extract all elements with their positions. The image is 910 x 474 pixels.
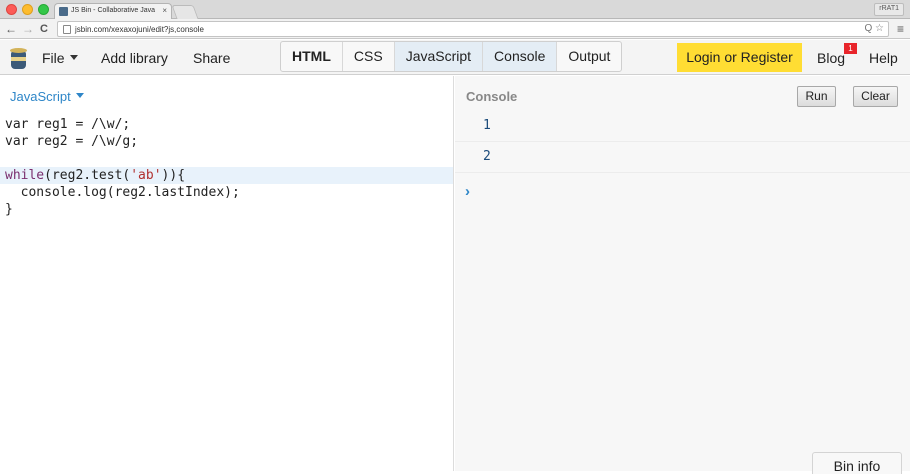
tab-console[interactable]: Console [483, 42, 558, 71]
code-line: var reg1 = /\w/; [5, 117, 131, 132]
tab-close-icon[interactable]: × [162, 6, 167, 15]
new-tab-button[interactable] [171, 5, 199, 19]
close-window-button[interactable] [6, 4, 17, 15]
jsbin-favicon-icon [59, 7, 68, 16]
zoom-bookmark-icon[interactable]: Q ☆ [864, 23, 884, 34]
panel-toggle-group: HTML CSS JavaScript Console Output [280, 41, 623, 72]
page-icon [63, 25, 71, 34]
code-text: (reg2.test( [44, 168, 131, 183]
code-text: )){ [161, 168, 186, 183]
console-output-value: 1 [483, 118, 491, 133]
blog-link[interactable]: Blog [817, 50, 845, 66]
jsbin-toolbar: File Add library Share HTML CSS JavaScri… [0, 40, 910, 75]
browser-menu-icon[interactable]: ≡ [897, 22, 904, 36]
code-string: 'ab' [130, 168, 162, 183]
javascript-editor-panel: JavaScript var reg1 = /\w/; var reg2 = /… [0, 76, 454, 471]
console-panel: Console Run Clear 1 2 › [455, 76, 910, 471]
add-library-button[interactable]: Add library [101, 50, 168, 66]
file-menu[interactable]: File [42, 50, 78, 66]
language-label: JavaScript [10, 89, 71, 104]
chevron-down-icon [69, 55, 78, 60]
reload-icon[interactable]: C [40, 21, 48, 37]
language-selector[interactable]: JavaScript [10, 89, 84, 104]
login-register-button[interactable]: Login or Register [677, 43, 802, 72]
code-line: } [5, 202, 13, 217]
jsbin-logo-icon[interactable] [9, 46, 27, 70]
tab-output[interactable]: Output [557, 42, 621, 71]
clear-button[interactable]: Clear [853, 86, 898, 107]
tab-html[interactable]: HTML [281, 42, 343, 71]
minimize-window-button[interactable] [22, 4, 33, 15]
maximize-window-button[interactable] [38, 4, 49, 15]
help-link[interactable]: Help [869, 50, 898, 66]
file-menu-label: File [42, 50, 65, 66]
browser-tab-bar: JS Bin - Collaborative Java × rRAT1 [0, 0, 910, 19]
console-output-line: 2 [455, 142, 910, 173]
url-input[interactable]: jsbin.com/xexaxojuni/edit?js,console Q ☆ [57, 21, 889, 37]
forward-arrow-icon[interactable]: → [22, 21, 34, 37]
console-output-line: 1 [455, 111, 910, 142]
code-editor[interactable]: var reg1 = /\w/; var reg2 = /\w/g; while… [0, 116, 453, 218]
code-line: console.log(reg2.lastIndex); [5, 185, 240, 200]
tab-javascript[interactable]: JavaScript [394, 42, 484, 71]
code-line: var reg2 = /\w/g; [5, 134, 139, 149]
share-button[interactable]: Share [193, 50, 230, 66]
console-prompt-icon[interactable]: › [465, 183, 470, 200]
back-arrow-icon[interactable]: ← [5, 21, 17, 37]
code-keyword: while [5, 168, 45, 183]
chevron-down-icon [75, 93, 84, 98]
run-button[interactable]: Run [797, 86, 836, 107]
url-text: jsbin.com/xexaxojuni/edit?js,console [75, 25, 204, 34]
address-bar: ← → C jsbin.com/xexaxojuni/edit?js,conso… [0, 19, 910, 39]
console-title: Console [466, 89, 518, 104]
blog-notification-badge: 1 [844, 43, 857, 54]
browser-tab-title: JS Bin - Collaborative Java [71, 7, 156, 14]
console-output-value: 2 [483, 149, 491, 164]
browser-tab[interactable]: JS Bin - Collaborative Java × [54, 3, 172, 19]
profile-badge[interactable]: rRAT1 [874, 3, 904, 16]
tab-css[interactable]: CSS [343, 42, 395, 71]
code-line-active: while(reg2.test('ab')){ [0, 167, 453, 184]
